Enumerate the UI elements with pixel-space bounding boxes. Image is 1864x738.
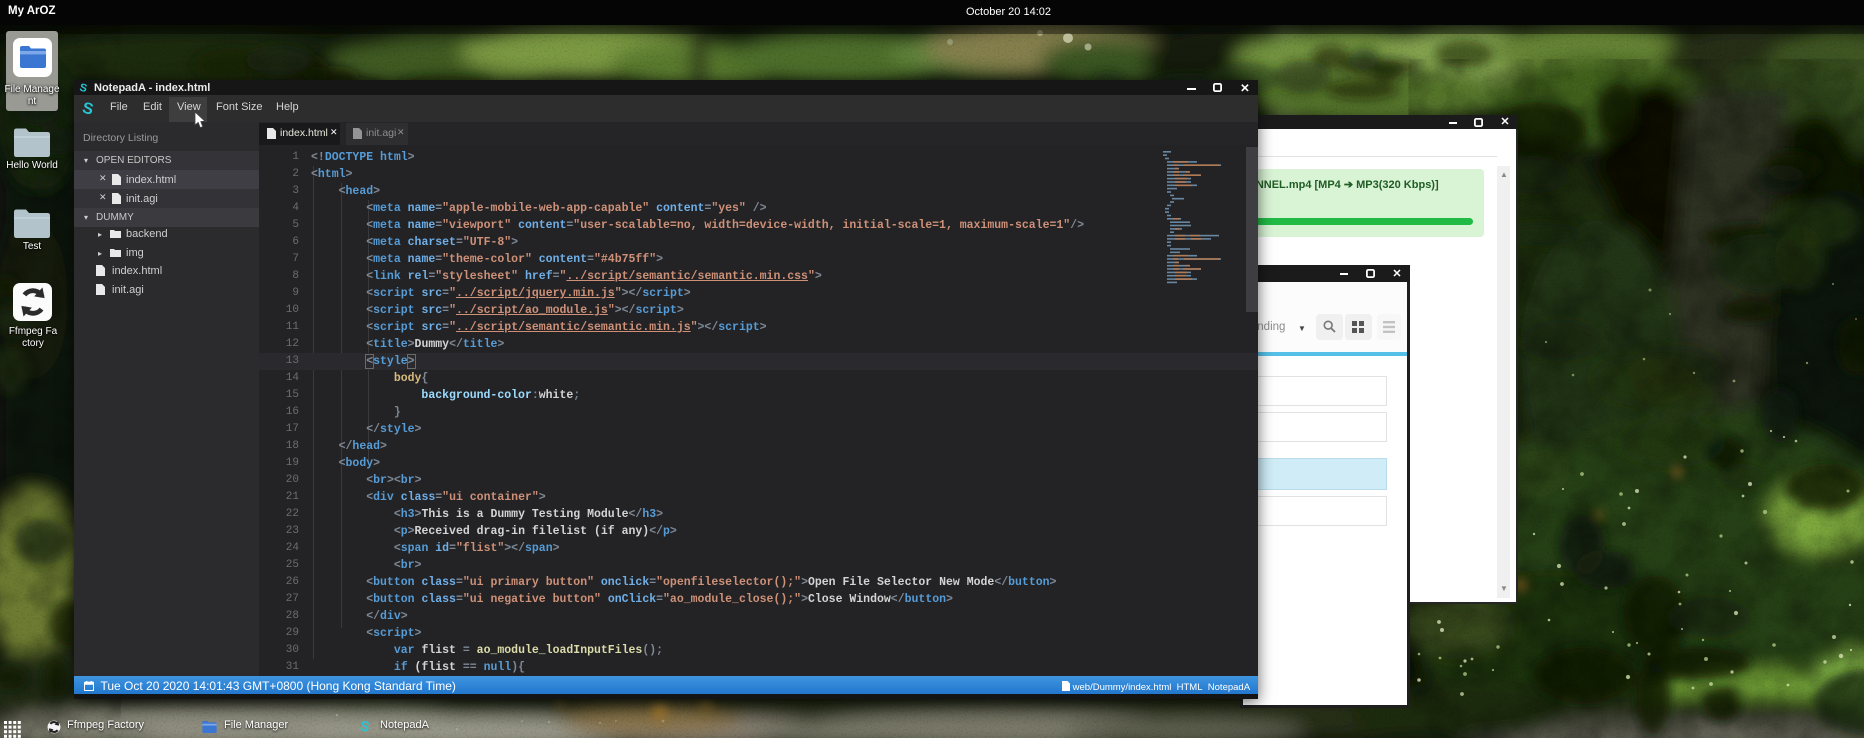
svg-text:S: S <box>80 100 95 116</box>
svg-text:S: S <box>78 82 88 93</box>
svg-text:S: S <box>359 719 372 733</box>
